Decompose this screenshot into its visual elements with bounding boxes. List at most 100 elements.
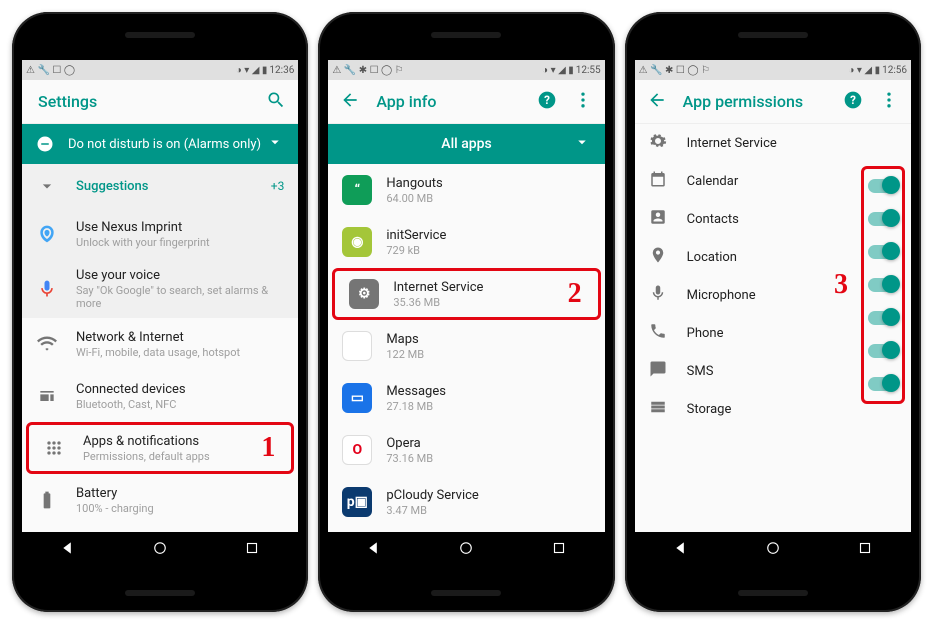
suggestions-count: +3	[271, 179, 285, 193]
setting-item-imprint[interactable]: Use Nexus ImprintUnlock with your finger…	[22, 208, 298, 260]
app-row[interactable]: GMaps122 MB	[328, 320, 604, 372]
phone-settings: ⚠ 🔧 ☐ ◯ ◑ ▾ ◢ ▮ 12:36 Settings Do not di…	[12, 12, 308, 612]
nav-recent-icon[interactable]	[856, 539, 874, 561]
storage-icon	[649, 398, 669, 420]
app-row[interactable]: ◉initService729 kB	[328, 216, 604, 268]
more-icon[interactable]	[573, 90, 593, 114]
permission-label: Contacts	[687, 212, 847, 227]
nav-back-icon[interactable]	[365, 539, 383, 561]
step-annotation: 1	[261, 432, 275, 464]
app-row[interactable]: p▣pCloudy Service3.47 MB	[328, 476, 604, 528]
apps-icon	[43, 437, 65, 459]
permission-toggle[interactable]	[868, 311, 898, 325]
status-bar: ⚠ 🔧 ☐ ◯ ◑ ▾ ◢ ▮ 12:36	[22, 60, 298, 80]
nav-back-icon[interactable]	[672, 539, 690, 561]
nav-bar	[635, 532, 911, 568]
app-name: Opera	[386, 436, 590, 451]
back-icon[interactable]	[647, 90, 667, 114]
setting-item-connected[interactable]: Connected devicesBluetooth, Cast, NFC	[22, 370, 298, 422]
permission-row[interactable]: Phone	[635, 314, 861, 352]
all-apps-dropdown[interactable]: All apps	[328, 124, 604, 164]
back-icon[interactable]	[340, 90, 360, 114]
item-sub: Wi-Fi, mobile, data usage, hotspot	[76, 346, 284, 359]
permission-list: Internet Service Calendar Contacts Locatio…	[635, 124, 911, 532]
toggles-highlight: 3	[861, 166, 905, 404]
devices-icon	[36, 385, 58, 407]
permission-label: Phone	[687, 326, 847, 341]
nav-bar	[22, 532, 298, 568]
nav-back-icon[interactable]	[59, 539, 77, 561]
page-title: Settings	[38, 92, 266, 111]
clock: 12:56	[882, 65, 907, 76]
step-annotation: 3	[834, 269, 848, 301]
sms-icon	[649, 360, 669, 382]
item-label: Network & Internet	[76, 330, 284, 345]
nav-home-icon[interactable]	[151, 539, 169, 561]
setting-item-network[interactable]: Network & InternetWi-Fi, mobile, data us…	[22, 318, 298, 370]
status-bar: ⚠ 🔧 ✱ ☐ ◯ ⚐ ◑ ▾ ◢ ▮ 12:56	[635, 60, 911, 80]
item-sub: Unlock with your fingerprint	[76, 236, 284, 249]
permission-label: Location	[687, 250, 847, 265]
item-label: Use Nexus Imprint	[76, 220, 284, 235]
setting-item-display[interactable]: DisplayWallpaper, sleep, font size	[22, 526, 298, 532]
nav-bar	[328, 532, 604, 568]
help-icon[interactable]	[843, 90, 863, 114]
fingerprint-icon	[36, 223, 58, 245]
setting-item-apps[interactable]: Apps & notificationsPermissions, default…	[26, 422, 294, 474]
setting-item-battery[interactable]: Battery100% - charging	[22, 474, 298, 526]
nav-home-icon[interactable]	[457, 539, 475, 561]
permission-toggle[interactable]	[868, 179, 898, 193]
app-header: Internet Service	[635, 124, 911, 162]
nav-recent-icon[interactable]	[550, 539, 568, 561]
app-size: 122 MB	[386, 348, 590, 361]
item-sub: Permissions, default apps	[83, 450, 277, 463]
app-list: “Hangouts64.00 MB◉initService729 kB⚙Inte…	[328, 164, 604, 532]
app-icon: ⚙	[349, 279, 379, 309]
chevron-down-icon	[266, 133, 284, 155]
app-row[interactable]: OOpera73.16 MB	[328, 424, 604, 476]
permission-row[interactable]: Contacts	[635, 200, 861, 238]
item-label: Apps & notifications	[83, 434, 277, 449]
dnd-banner[interactable]: Do not disturb is on (Alarms only)	[22, 124, 298, 164]
app-icon: O	[342, 435, 372, 465]
page-title: App permissions	[683, 92, 843, 111]
battery-icon	[36, 489, 58, 511]
permission-row[interactable]: Calendar	[635, 162, 861, 200]
app-bar: App info	[328, 80, 604, 124]
wifi-icon	[36, 333, 58, 355]
permission-toggle[interactable]	[868, 377, 898, 391]
permission-toggle[interactable]	[868, 245, 898, 259]
app-row[interactable]: ▭Messages27.18 MB	[328, 372, 604, 424]
location-icon	[649, 246, 669, 268]
help-icon[interactable]	[537, 90, 557, 114]
permission-row[interactable]: Storage	[635, 390, 861, 428]
nav-home-icon[interactable]	[764, 539, 782, 561]
suggestions-row[interactable]: Suggestions +3	[22, 164, 298, 208]
search-icon[interactable]	[266, 90, 286, 114]
permission-row[interactable]: Location	[635, 238, 861, 276]
app-row[interactable]: ⚙Internet Service35.36 MB2	[332, 268, 600, 320]
dnd-label: Do not disturb is on (Alarms only)	[68, 137, 266, 152]
permission-toggle[interactable]	[868, 212, 898, 226]
phone-app-info: ⚠ 🔧 ✱ ☐ ◯ ⚐ ◑ ▾ ◢ ▮ 12:55 App info All a…	[318, 12, 614, 612]
permission-toggle[interactable]	[868, 344, 898, 358]
minus-circle-icon	[36, 135, 54, 153]
phone-app-permissions: ⚠ 🔧 ✱ ☐ ◯ ⚐ ◑ ▾ ◢ ▮ 12:56 App permission…	[625, 12, 921, 612]
app-size: 64.00 MB	[386, 192, 590, 205]
banner-label: All apps	[441, 136, 491, 152]
permission-toggle[interactable]	[868, 278, 898, 292]
more-icon[interactable]	[879, 90, 899, 114]
permission-label: Calendar	[687, 174, 847, 189]
nav-recent-icon[interactable]	[243, 539, 261, 561]
app-name: Messages	[386, 384, 590, 399]
app-row[interactable]: “Hangouts64.00 MB	[328, 164, 604, 216]
app-name: Hangouts	[386, 176, 590, 191]
app-name: Internet Service	[687, 136, 897, 151]
permission-row[interactable]: Microphone	[635, 276, 861, 314]
app-name: initService	[386, 228, 590, 243]
app-icon: ▭	[342, 383, 372, 413]
permission-row[interactable]: SMS	[635, 352, 861, 390]
suggestions-label: Suggestions	[76, 179, 263, 194]
setting-item-voice[interactable]: Use your voiceSay "Ok Google" to search,…	[22, 260, 298, 318]
app-size: 35.36 MB	[393, 296, 583, 309]
